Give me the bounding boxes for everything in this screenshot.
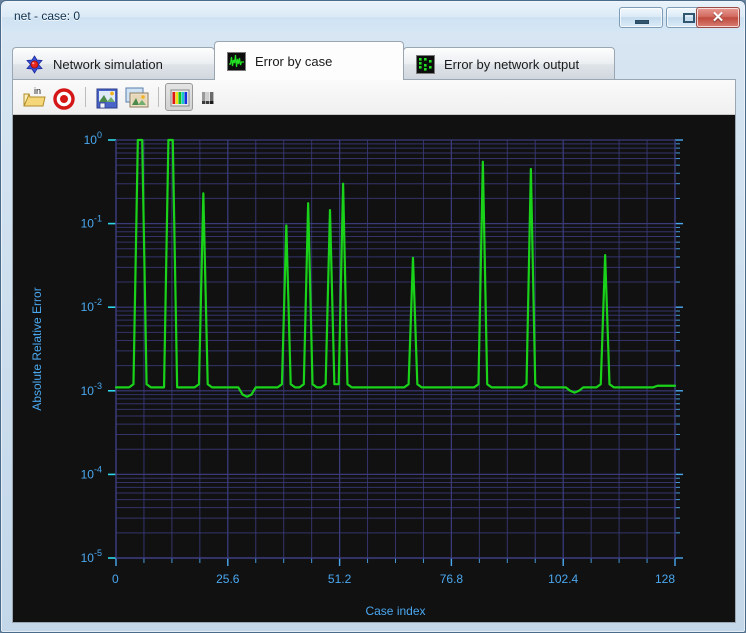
x-tick-label: 0: [112, 572, 119, 586]
x-tick-label: 76.8: [440, 572, 464, 586]
separator-1: [85, 87, 86, 107]
gray-bars-icon[interactable]: [195, 83, 223, 111]
x-tick-label: 128: [655, 572, 675, 586]
svg-text:in: in: [34, 86, 41, 96]
application-window: net - case: 0 ✕ Network simulation Error…: [0, 0, 746, 633]
title-bar: net - case: 0 ✕: [2, 2, 744, 32]
tab-network-simulation[interactable]: Network simulation: [12, 47, 215, 80]
x-tick-label: 25.6: [216, 572, 240, 586]
x-axis-title: Case index: [365, 604, 425, 618]
y-axis-title: Absolute Relative Error: [30, 287, 44, 410]
tab-label-error-by-network-output: Error by network output: [444, 56, 580, 72]
record-target-icon[interactable]: [49, 83, 77, 111]
x-tick-label: 102.4: [548, 572, 578, 586]
waveform-icon: [227, 51, 246, 71]
minimize-icon: [635, 20, 649, 24]
tab-label-error-by-case: Error by case: [255, 53, 333, 69]
separator-2: [158, 87, 159, 107]
tab-error-by-case[interactable]: Error by case: [214, 41, 404, 80]
tab-strip: Network simulation Error by case Error b…: [12, 41, 736, 80]
copy-image-icon[interactable]: [122, 83, 150, 111]
open-folder-in-icon[interactable]: in: [19, 83, 47, 111]
close-icon: ✕: [711, 9, 725, 26]
bar-matrix-icon: [416, 54, 435, 74]
plot-background: [13, 115, 735, 622]
maximize-icon: [683, 13, 695, 23]
save-image-icon[interactable]: [92, 83, 120, 111]
color-bars-icon[interactable]: [165, 83, 193, 111]
tab-error-by-network-output[interactable]: Error by network output: [403, 47, 615, 80]
plot-toolbar: in: [13, 80, 735, 115]
minimize-button[interactable]: [619, 7, 663, 28]
window-title: net - case: 0: [14, 9, 81, 23]
network-node-icon: [25, 54, 44, 74]
error-by-case-plot[interactable]: 100 10-1 10-2 10-3 10-4 10-5 0 25.6 51.2 76.8 102.…: [13, 115, 735, 622]
tab-label-network-simulation: Network simulation: [53, 56, 163, 72]
x-tick-label: 51.2: [328, 572, 352, 586]
close-button[interactable]: ✕: [696, 7, 740, 28]
tab-content-panel: in 100 10-1 10-2 10-3 10-4 10-5 0 25.6 5…: [12, 79, 736, 623]
plot-canvas: 10010-110-210-310-410-50 25.6 51.2 76.8 102.…: [13, 115, 735, 622]
